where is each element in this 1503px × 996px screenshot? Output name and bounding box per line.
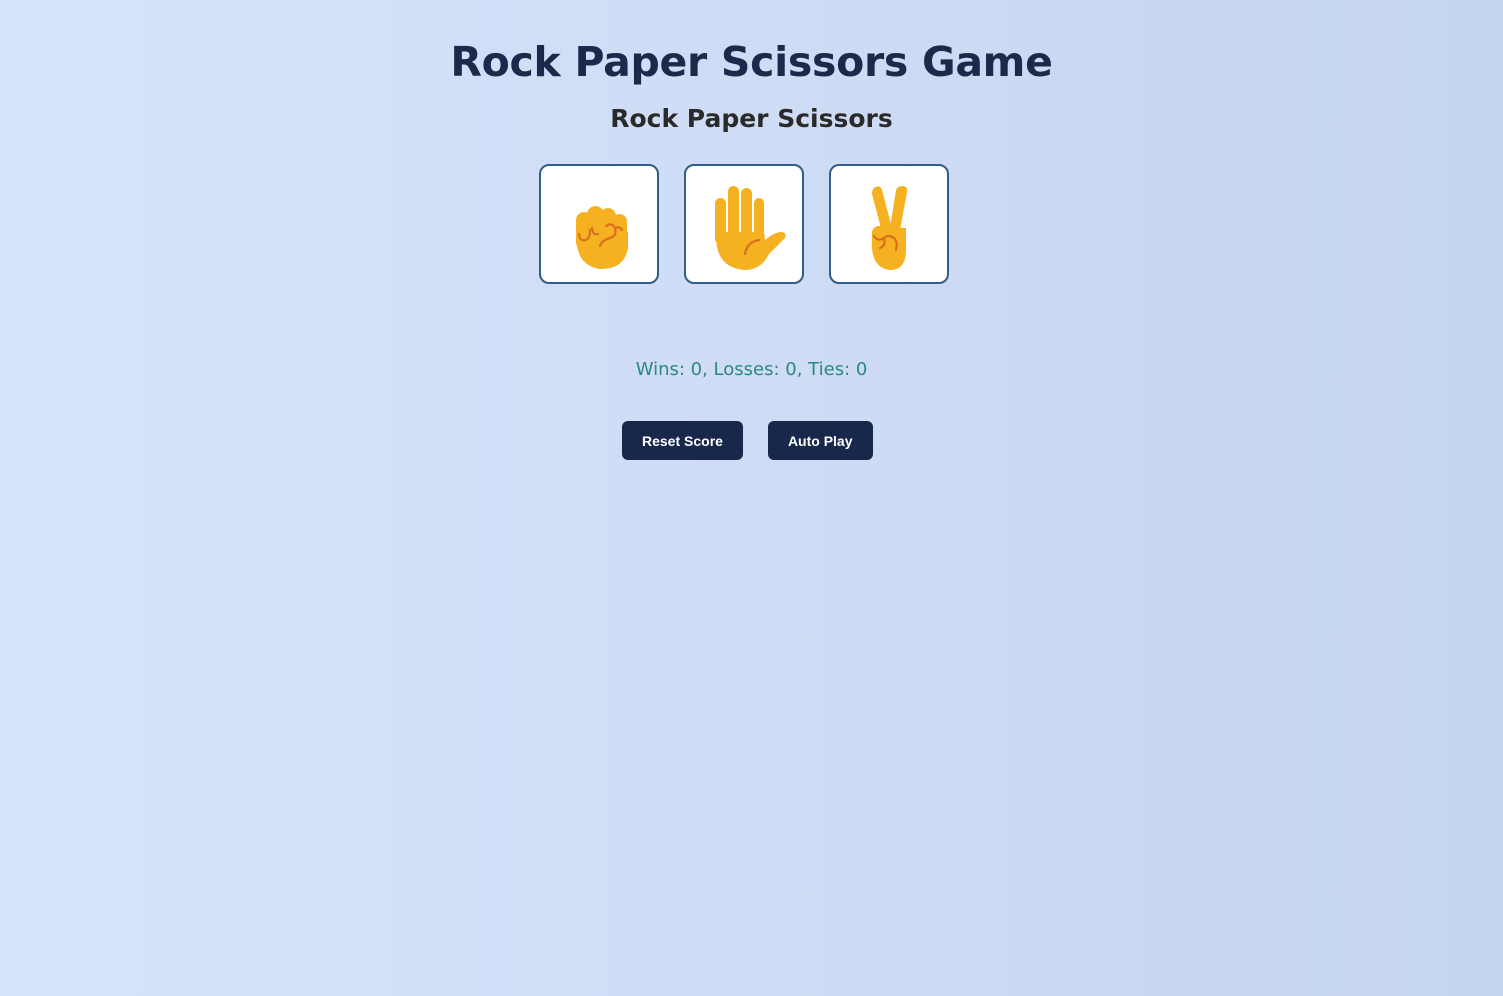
scissors-button[interactable] (829, 164, 949, 284)
paper-button[interactable] (684, 164, 804, 284)
page-title: Rock Paper Scissors Game (450, 38, 1053, 86)
reset-score-button[interactable]: Reset Score (622, 421, 743, 460)
score-display: Wins: 0, Losses: 0, Ties: 0 (635, 359, 868, 380)
raised-fist-icon (576, 206, 628, 270)
auto-play-button[interactable]: Auto Play (767, 421, 873, 460)
move-buttons (539, 164, 949, 284)
raised-hand-icon (715, 186, 786, 270)
action-buttons: Reset Score Auto Play (622, 421, 873, 460)
victory-hand-icon (871, 186, 908, 270)
game-subtitle: Rock Paper Scissors (610, 104, 893, 133)
rock-button[interactable] (539, 164, 659, 284)
game-page: Rock Paper Scissors Game Rock Paper Scis… (0, 0, 1503, 996)
